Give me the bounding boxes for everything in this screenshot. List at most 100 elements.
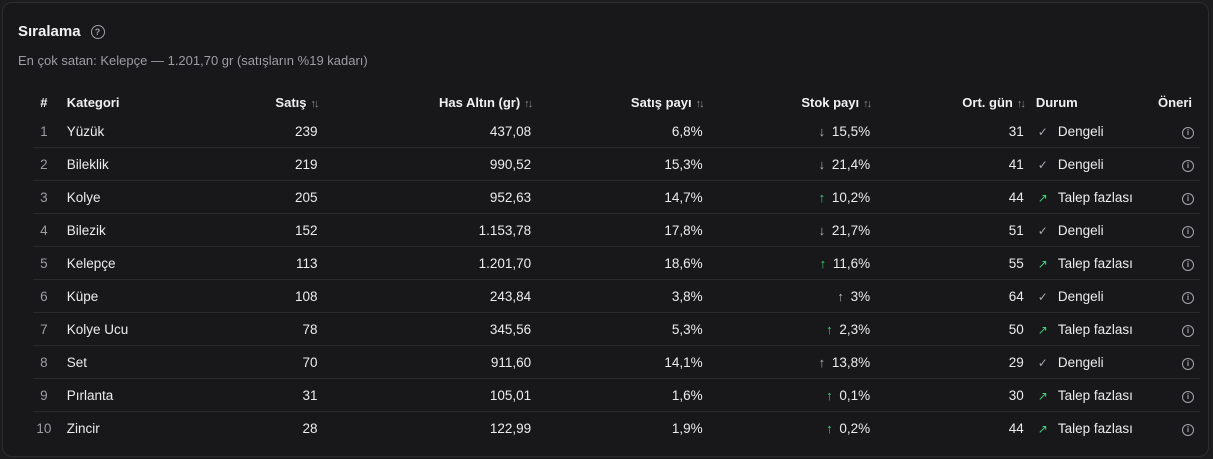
row-advice-cell: i: [1142, 115, 1200, 148]
row-avg-days: 51: [870, 213, 1024, 247]
info-icon[interactable]: i: [1182, 391, 1194, 403]
sort-arrows-icon[interactable]: ↑↓: [696, 98, 705, 110]
arrow-up-icon: ↑: [826, 321, 833, 337]
row-status: Talep fazlası: [1057, 387, 1133, 403]
row-status: Dengeli: [1057, 222, 1104, 238]
sort-arrows-icon[interactable]: ↑↓: [1017, 98, 1026, 110]
row-category: Kolye Ucu: [54, 312, 195, 346]
row-stock-share-cell: ↓ 21,4%: [702, 147, 871, 181]
row-avg-days: 44: [870, 180, 1024, 214]
table-row: 1 Yüzük 239 437,08 6,8% ↓ 15,5% 31 ✓ Dengeli i: [33, 115, 1200, 148]
arrow-down-icon: ↓: [818, 156, 826, 172]
sort-arrows-icon[interactable]: ↑↓: [311, 98, 320, 110]
top-seller-summary: En çok satan: Kelepçe — 1.201,70 gr (sat…: [18, 53, 368, 68]
info-icon[interactable]: i: [1182, 424, 1194, 436]
row-stock-share: 13,8%: [831, 354, 871, 370]
col-header-gold[interactable]: Has Altın (gr) ↑↓: [318, 89, 533, 115]
row-stock-share-cell: ↑ 10,2%: [702, 180, 871, 214]
row-status: Dengeli: [1057, 123, 1104, 139]
row-sales-share: 14,1%: [531, 345, 703, 379]
col-header-gold-label: Has Altın (gr): [439, 94, 521, 110]
row-category: Kelepçe: [54, 246, 195, 280]
row-category: Zincir: [54, 411, 195, 444]
col-header-advice: Öneri: [1158, 94, 1192, 110]
row-stock-share-cell: ↑ 2,3%: [702, 312, 871, 346]
row-avg-days: 55: [870, 246, 1024, 280]
col-header-avg-days[interactable]: Ort. gün ↑↓: [870, 89, 1026, 115]
arrow-up-icon: ↑: [819, 255, 827, 271]
row-avg-days: 50: [870, 312, 1024, 346]
row-sales: 219: [194, 147, 318, 181]
row-stock-share: 0,2%: [839, 420, 871, 436]
col-header-sales-share[interactable]: Satış payı ↑↓: [531, 89, 705, 115]
row-avg-days: 30: [870, 378, 1024, 412]
info-icon[interactable]: i: [1182, 292, 1194, 304]
row-index: 8: [33, 345, 55, 379]
col-header-stock-share[interactable]: Stok payı ↑↓: [703, 89, 872, 115]
row-advice-cell: i: [1142, 345, 1200, 379]
row-sales-share: 15,3%: [531, 147, 703, 181]
row-sales-share: 6,8%: [671, 123, 703, 139]
row-index: 4: [33, 213, 55, 247]
row-sales: 239: [294, 123, 318, 139]
trend-up-icon: ↗: [1037, 421, 1048, 436]
check-icon: ✓: [1037, 289, 1048, 304]
arrow-up-icon: ↑: [818, 189, 826, 205]
row-advice-cell: i: [1142, 147, 1200, 181]
table-row: 2 Bileklik 219 990,52 15,3% ↓ 21,4% 41 ✓ Dengeli i: [33, 147, 1200, 181]
row-advice-cell: i: [1142, 279, 1200, 313]
table-row: 9 Pırlanta 31 105,01 1,6% ↑ 0,1% 30 ↗ Talep fazla…: [33, 378, 1200, 412]
table-row: 8 Set 70 911,60 14,1% ↑ 13,8% 29 ✓ Dengeli i: [33, 345, 1200, 379]
arrow-up-icon: ↑: [826, 387, 833, 403]
col-header-sales[interactable]: Satış ↑↓: [194, 89, 320, 115]
info-icon[interactable]: i: [1182, 193, 1194, 205]
table-row: 4 Bilezik 152 1.153,78 17,8% ↓ 21,7% 51 ✓ Dengeli…: [33, 213, 1200, 247]
row-gold: 243,84: [317, 279, 532, 313]
row-stock-share: 15,5%: [831, 123, 871, 139]
info-icon[interactable]: i: [1182, 325, 1194, 337]
help-circle-icon[interactable]: ?: [90, 24, 105, 39]
col-header-status: Durum: [1035, 94, 1078, 110]
info-icon[interactable]: i: [1182, 160, 1194, 172]
row-index: 3: [33, 180, 55, 214]
row-sales-share: 1,6%: [531, 378, 703, 412]
row-advice-cell: i: [1142, 312, 1200, 346]
row-avg-days: 29: [870, 345, 1024, 379]
row-sales-share: 14,7%: [531, 180, 703, 214]
table-row: 10 Zincir 28 122,99 1,9% ↑ 0,2% 44 ↗ Talep fazlas…: [33, 411, 1200, 444]
table-row: 7 Kolye Ucu 78 345,56 5,3% ↑ 2,3% 50 ↗ Talep fazl…: [33, 312, 1200, 346]
row-sales: 70: [194, 345, 318, 379]
row-sales: 28: [194, 411, 318, 444]
row-index: 5: [33, 246, 55, 280]
row-sales: 108: [194, 279, 318, 313]
row-advice-cell: i: [1142, 246, 1200, 280]
info-icon[interactable]: i: [1182, 226, 1194, 238]
info-icon[interactable]: i: [1182, 127, 1194, 139]
row-category: Küpe: [54, 279, 195, 313]
row-gold: 952,63: [317, 180, 532, 214]
arrow-up-icon: ↑: [818, 354, 826, 370]
row-category: Bileklik: [54, 147, 195, 181]
row-index: 10: [33, 411, 55, 444]
row-gold: 105,01: [317, 378, 532, 412]
row-sales: 31: [194, 378, 318, 412]
row-gold: 1.201,70: [317, 246, 532, 280]
arrow-up-icon: ↑: [826, 420, 833, 436]
row-gold: 1.153,78: [317, 213, 532, 247]
row-category: Kolye: [54, 180, 195, 214]
row-gold: 122,99: [317, 411, 532, 444]
table-row: 5 Kelepçe 113 1.201,70 18,6% ↑ 11,6% 55 ↗ Talep f…: [33, 246, 1200, 280]
sort-arrows-icon[interactable]: ↑↓: [863, 98, 872, 110]
trend-up-icon: ↗: [1037, 190, 1048, 205]
sort-arrows-icon[interactable]: ↑↓: [524, 98, 533, 110]
info-icon[interactable]: i: [1182, 259, 1194, 271]
info-icon[interactable]: i: [1182, 358, 1194, 370]
row-advice-cell: i: [1142, 180, 1200, 214]
row-stock-share-cell: ↑ 0,2%: [702, 411, 871, 444]
row-advice-cell: i: [1142, 378, 1200, 412]
row-status-cell: ↗ Talep fazlası: [1023, 246, 1143, 280]
row-status-cell: ↗ Talep fazlası: [1023, 312, 1143, 346]
row-status-cell: ✓ Dengeli: [1023, 147, 1143, 181]
row-category: Bilezik: [54, 213, 195, 247]
row-status-cell: ↗ Talep fazlası: [1023, 411, 1143, 444]
